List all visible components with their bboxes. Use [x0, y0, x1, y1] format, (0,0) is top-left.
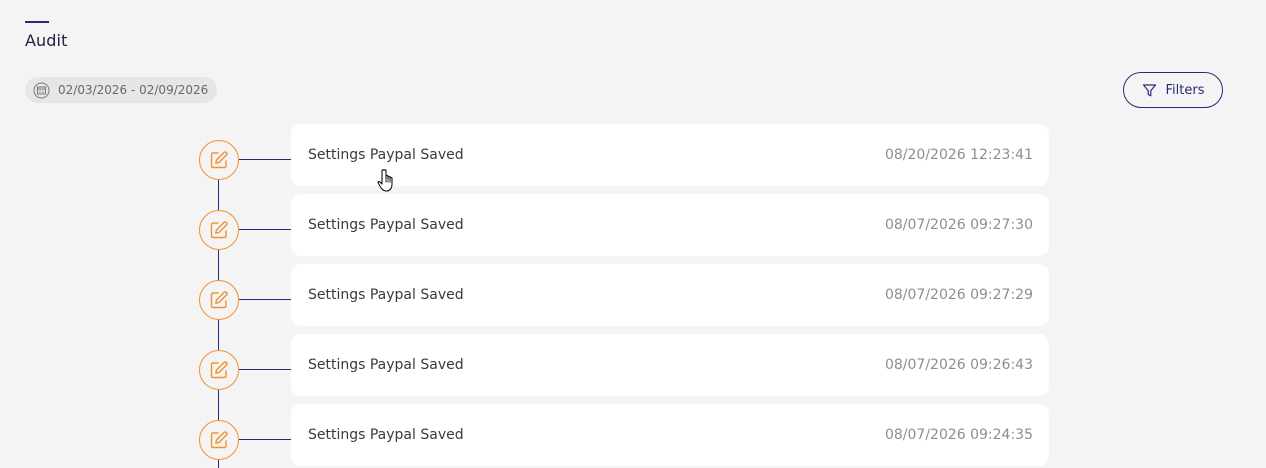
filters-label: Filters: [1165, 82, 1205, 98]
timeline-entry: Settings Paypal Saved 08/07/2026 09:27:3…: [0, 194, 1266, 256]
event-name: Settings Paypal Saved: [308, 217, 464, 233]
date-range-chip[interactable]: 02/03/2026 - 02/09/2026: [25, 77, 218, 103]
event-timestamp: 08/07/2026 09:26:43: [884, 357, 1033, 373]
filters-button[interactable]: Filters: [1123, 72, 1223, 108]
date-range-label: 02/03/2026 - 02/09/2026: [58, 83, 209, 97]
filter-icon: [1142, 83, 1157, 98]
timeline-entry: Settings Paypal Saved 08/20/2026 12:23:4…: [0, 124, 1266, 186]
audit-entry-card[interactable]: Settings Paypal Saved 08/20/2026 12:23:4…: [291, 124, 1049, 186]
event-name: Settings Paypal Saved: [308, 357, 464, 373]
timeline-node: [199, 420, 239, 460]
event-timestamp: 08/07/2026 09:27:29: [884, 287, 1033, 303]
timeline-node: [199, 140, 239, 180]
timeline-connector: [239, 369, 291, 370]
event-timestamp: 08/20/2026 12:23:41: [884, 147, 1033, 163]
audit-entry-card[interactable]: Settings Paypal Saved 08/07/2026 09:26:4…: [291, 334, 1049, 396]
event-name: Settings Paypal Saved: [308, 287, 464, 303]
edit-icon: [210, 221, 228, 239]
event-name: Settings Paypal Saved: [308, 427, 464, 443]
timeline-node: [199, 350, 239, 390]
edit-icon: [210, 431, 228, 449]
page-title: Audit: [25, 31, 68, 50]
timeline-entry: Settings Paypal Saved 08/07/2026 09:27:2…: [0, 264, 1266, 326]
timeline-connector: [239, 439, 291, 440]
timeline-connector: [239, 229, 291, 230]
timeline-entry: Settings Paypal Saved 08/07/2026 09:24:3…: [0, 404, 1266, 466]
timeline-entry: Settings Paypal Saved 08/07/2026 09:26:4…: [0, 334, 1266, 396]
edit-icon: [210, 151, 228, 169]
audit-entry-card[interactable]: Settings Paypal Saved 08/07/2026 09:27:2…: [291, 264, 1049, 326]
timeline-connector: [239, 159, 291, 160]
timeline-node: [199, 280, 239, 320]
event-name: Settings Paypal Saved: [308, 147, 464, 163]
edit-icon: [210, 361, 228, 379]
event-timestamp: 08/07/2026 09:27:30: [884, 217, 1033, 233]
calendar-icon: [33, 82, 50, 99]
audit-entry-card[interactable]: Settings Paypal Saved 08/07/2026 09:27:3…: [291, 194, 1049, 256]
title-underline: [25, 21, 49, 23]
event-timestamp: 08/07/2026 09:24:35: [884, 427, 1033, 443]
audit-entry-card[interactable]: Settings Paypal Saved 08/07/2026 09:24:3…: [291, 404, 1049, 466]
timeline-node: [199, 210, 239, 250]
edit-icon: [210, 291, 228, 309]
timeline-connector: [239, 299, 291, 300]
